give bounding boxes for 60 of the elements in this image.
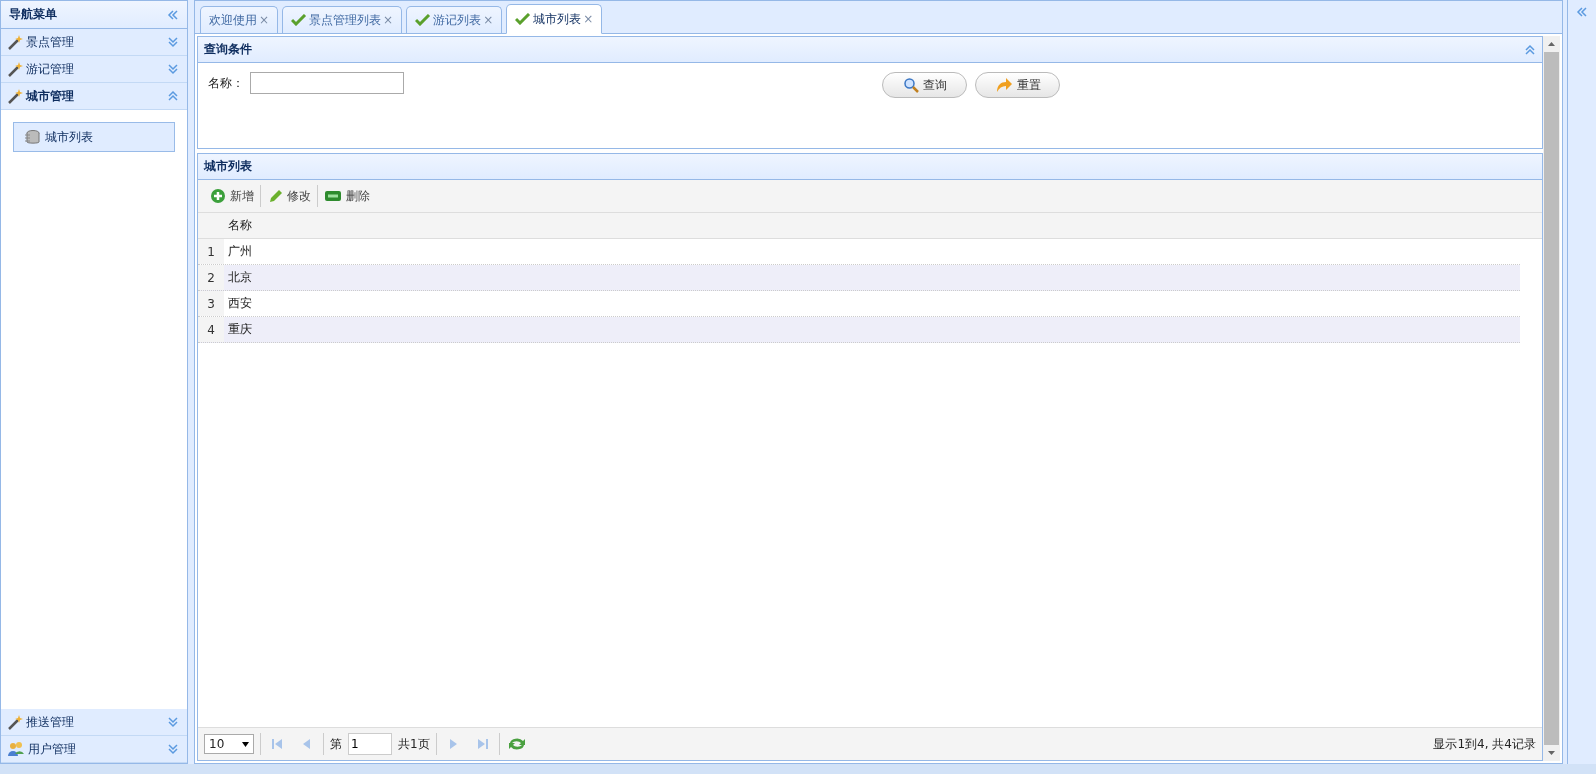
users-icon: [7, 741, 25, 757]
pencil-icon: [267, 188, 283, 204]
accordion-header[interactable]: 用户管理: [1, 736, 187, 763]
menu-item[interactable]: 城市列表: [13, 122, 175, 152]
check-icon: [515, 13, 532, 25]
row-number: 3: [198, 291, 224, 316]
accordion-header[interactable]: 城市管理: [1, 83, 187, 110]
wand-icon: [7, 88, 23, 104]
page-field[interactable]: 1: [348, 733, 392, 755]
tab[interactable]: 景点管理列表 ×: [282, 6, 403, 33]
row-number: 2: [198, 265, 224, 290]
arrow-icon: [994, 77, 1013, 93]
expand-icon[interactable]: [167, 36, 179, 48]
column-header[interactable]: 名称: [224, 213, 1542, 238]
remove-button[interactable]: 删除: [318, 183, 376, 209]
accordion-header[interactable]: 推送管理: [1, 709, 187, 736]
page-size-select[interactable]: 10: [204, 734, 254, 754]
accordion-header[interactable]: 景点管理: [1, 29, 187, 56]
table-cell-text: 北京: [227, 269, 253, 286]
collapse-icon[interactable]: [167, 8, 179, 21]
edit-button[interactable]: 修改: [261, 183, 317, 209]
panel-title: 城市列表: [204, 158, 252, 175]
page-total: 共1页: [398, 735, 430, 753]
row-number: 1: [198, 239, 224, 264]
wand-icon: [7, 714, 23, 730]
search-button[interactable]: 查询: [882, 72, 967, 98]
close-icon[interactable]: ×: [583, 12, 594, 26]
wand-icon: [7, 61, 23, 77]
scroll-up-icon[interactable]: [1548, 42, 1555, 46]
wand-icon: [7, 34, 23, 50]
dropdown-icon: [242, 741, 249, 747]
collapse-icon[interactable]: [1524, 43, 1536, 56]
record-summary: 显示1到4, 共4记录: [1433, 735, 1536, 753]
collapse-icon[interactable]: [167, 90, 179, 102]
add-button[interactable]: 新增: [204, 183, 260, 209]
reset-button[interactable]: 重置: [975, 72, 1060, 98]
tab[interactable]: 城市列表 ×: [506, 4, 603, 34]
table-cell-text: 西安: [227, 295, 253, 312]
name-field[interactable]: [250, 72, 404, 94]
plus-icon: [210, 188, 226, 204]
check-icon: [415, 14, 432, 26]
table-cell-text: 广州: [227, 243, 253, 260]
row-number: 4: [198, 317, 224, 342]
field-label: 名称：: [208, 75, 244, 92]
table-cell-text: 重庆: [227, 321, 253, 338]
page-prefix: 第: [330, 735, 342, 753]
scroll-down-icon[interactable]: [1548, 751, 1555, 755]
accordion-header[interactable]: 游记管理: [1, 56, 187, 83]
expand-icon[interactable]: [167, 743, 179, 755]
expand-icon[interactable]: [167, 716, 179, 728]
expand-icon[interactable]: [167, 63, 179, 75]
sidebar-title: 导航菜单: [9, 6, 57, 23]
collapse-icon[interactable]: [1576, 6, 1588, 18]
check-icon: [291, 14, 308, 26]
search-icon: [902, 77, 919, 93]
panel-title: 查询条件: [204, 41, 252, 58]
tab[interactable]: 游记列表 ×: [406, 6, 503, 33]
database-icon: [24, 129, 40, 145]
minus-icon: [324, 190, 342, 202]
tab[interactable]: 欢迎使用 ×: [200, 6, 279, 33]
